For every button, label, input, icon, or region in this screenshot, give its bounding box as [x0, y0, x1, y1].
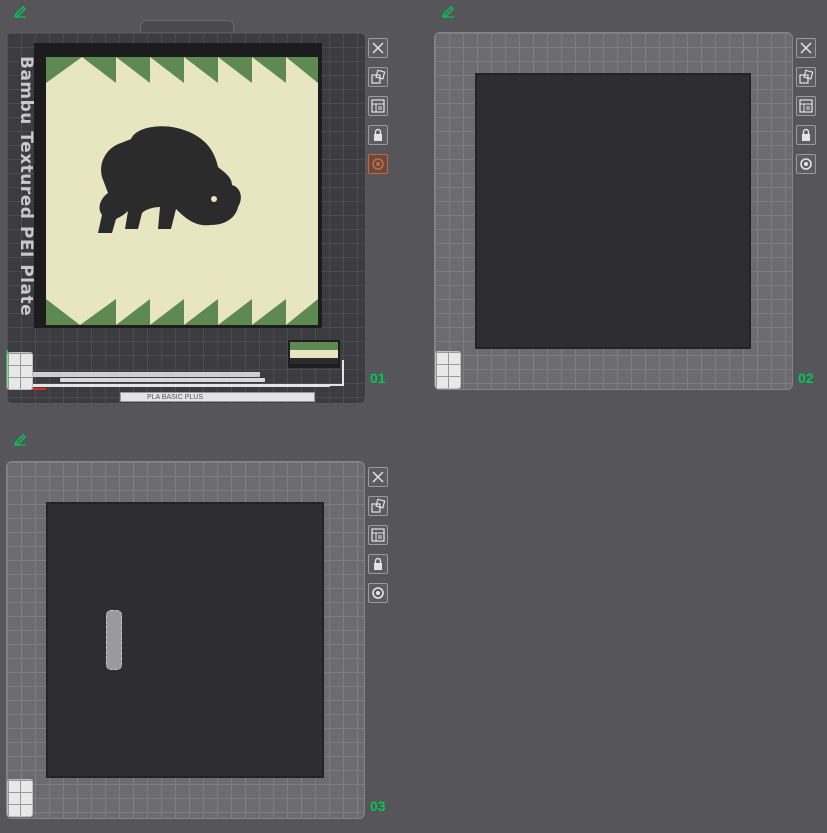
plate-toolbar: [368, 38, 390, 183]
lock-plate-button[interactable]: [796, 125, 816, 145]
printed-model[interactable]: [34, 43, 322, 328]
close-icon: [800, 42, 812, 54]
layers-icon: [371, 528, 385, 542]
edit-plate-icon[interactable]: [13, 432, 27, 446]
small-model[interactable]: [106, 610, 122, 670]
wipe-strip: [30, 372, 260, 377]
plate-settings-button[interactable]: [368, 154, 388, 174]
wipe-frame: [300, 360, 344, 386]
model-artwork: [46, 57, 318, 325]
plate-number: 01: [370, 370, 386, 386]
close-plate-button[interactable]: [368, 38, 388, 58]
plate-info-text: PLA BASIC PLUS: [147, 394, 204, 401]
plate-toolbar: [368, 467, 390, 612]
close-plate-button[interactable]: [368, 467, 388, 487]
plate-01[interactable]: Bambu Textured PEI Plate PLA BASIC PLUS …: [0, 0, 400, 415]
layers-icon: [371, 99, 385, 113]
lock-plate-button[interactable]: [368, 554, 388, 574]
arrange-button[interactable]: [368, 67, 388, 87]
wipe-strip: [30, 384, 330, 387]
lock-icon: [374, 128, 382, 141]
model-surface: [46, 57, 318, 325]
plate-origin-grid: [7, 779, 33, 817]
plate-origin-grid: [7, 352, 33, 390]
plate-settings-button[interactable]: [796, 154, 816, 174]
orient-button[interactable]: [796, 96, 816, 116]
plate-settings-button[interactable]: [368, 583, 388, 603]
arrange-icon: [371, 69, 386, 84]
plate-number: 03: [370, 798, 386, 814]
close-plate-button[interactable]: [796, 38, 816, 58]
lock-plate-button[interactable]: [368, 125, 388, 145]
layers-icon: [799, 99, 813, 113]
build-sheet: [475, 73, 751, 349]
arrange-button[interactable]: [368, 496, 388, 516]
arrange-button[interactable]: [796, 67, 816, 87]
close-icon: [372, 42, 384, 54]
edit-plate-icon[interactable]: [441, 4, 455, 18]
arrange-icon: [799, 69, 814, 84]
settings-icon: [372, 158, 384, 170]
plate-02[interactable]: 02: [434, 32, 824, 397]
arrange-icon: [371, 498, 386, 513]
build-sheet: [46, 502, 324, 778]
lock-icon: [374, 557, 382, 570]
plate-origin-grid: [435, 351, 461, 389]
settings-icon: [800, 158, 812, 170]
lock-icon: [802, 128, 810, 141]
bed-label: Bambu Textured PEI Plate: [16, 56, 36, 317]
plate-03[interactable]: 03: [6, 461, 398, 826]
plate-info-bar: PLA BASIC PLUS: [120, 392, 315, 402]
close-icon: [372, 471, 384, 483]
wipe-strip: [60, 378, 265, 382]
settings-icon: [372, 587, 384, 599]
orient-button[interactable]: [368, 96, 388, 116]
plate-toolbar: [796, 38, 818, 183]
orient-button[interactable]: [368, 525, 388, 545]
plate-number: 02: [798, 370, 814, 386]
